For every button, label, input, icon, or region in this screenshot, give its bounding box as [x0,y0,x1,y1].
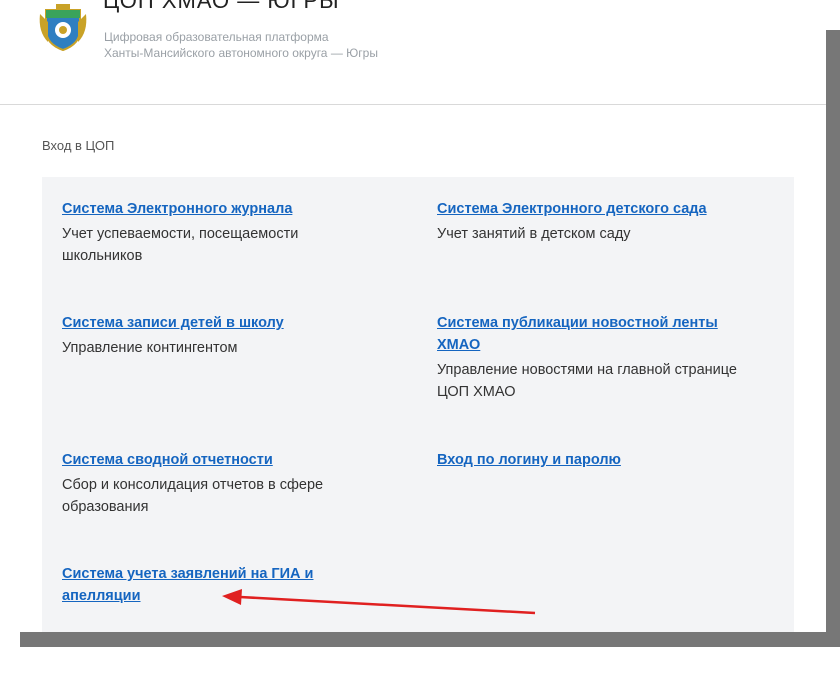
news-link[interactable]: Система публикации новостной ленты ХМАО [437,312,757,356]
kindergarten-desc: Учет занятий в детском саду [437,226,631,242]
systems-panel: Система Электронного журнала Учет успева… [42,177,794,632]
brand-title: ЦОП ХМАО — ЮГРЫ [103,0,340,13]
system-item-gia: Система учета заявлений на ГИА и апелляц… [62,563,382,607]
coat-of-arms-icon[interactable] [38,2,88,52]
system-item-kindergarten: Система Электронного детского сада Учет … [437,198,757,245]
system-item-journal: Система Электронного журнала Учет успева… [62,198,382,267]
system-item-login: Вход по логину и паролю [437,449,757,471]
screenshot-shadow-right [826,30,840,647]
journal-desc: Учет успеваемости, посещаемости школьник… [62,226,299,264]
news-desc: Управление новостями на главной странице… [437,362,737,400]
site-header: ЦОП ХМАО — ЮГРЫ Цифровая образовательная… [0,0,826,105]
login-password-link[interactable]: Вход по логину и паролю [437,449,757,471]
system-item-news: Система публикации новостной ленты ХМАО … [437,312,757,403]
kindergarten-link[interactable]: Система Электронного детского сада [437,198,757,220]
journal-link[interactable]: Система Электронного журнала [62,198,382,220]
section-title: Вход в ЦОП [42,138,115,153]
reporting-desc: Сбор и консолидация отчетов в сфере обра… [62,477,324,515]
page: ЦОП ХМАО — ЮГРЫ Цифровая образовательная… [0,0,826,632]
brand-subtitle-line1: Цифровая образовательная платформа [104,30,329,44]
school-enrollment-desc: Управление контингентом [62,340,238,356]
system-item-school-enrollment: Система записи детей в школу Управление … [62,312,382,359]
screenshot-shadow-bottom [20,632,840,647]
brand-subtitle-line2: Ханты-Мансийского автономного округа — Ю… [104,46,378,60]
school-enrollment-link[interactable]: Система записи детей в школу [62,312,382,334]
reporting-link[interactable]: Система сводной отчетности [62,449,382,471]
system-item-reporting: Система сводной отчетности Сбор и консол… [62,449,382,518]
gia-appeals-link[interactable]: Система учета заявлений на ГИА и апелляц… [62,563,382,607]
